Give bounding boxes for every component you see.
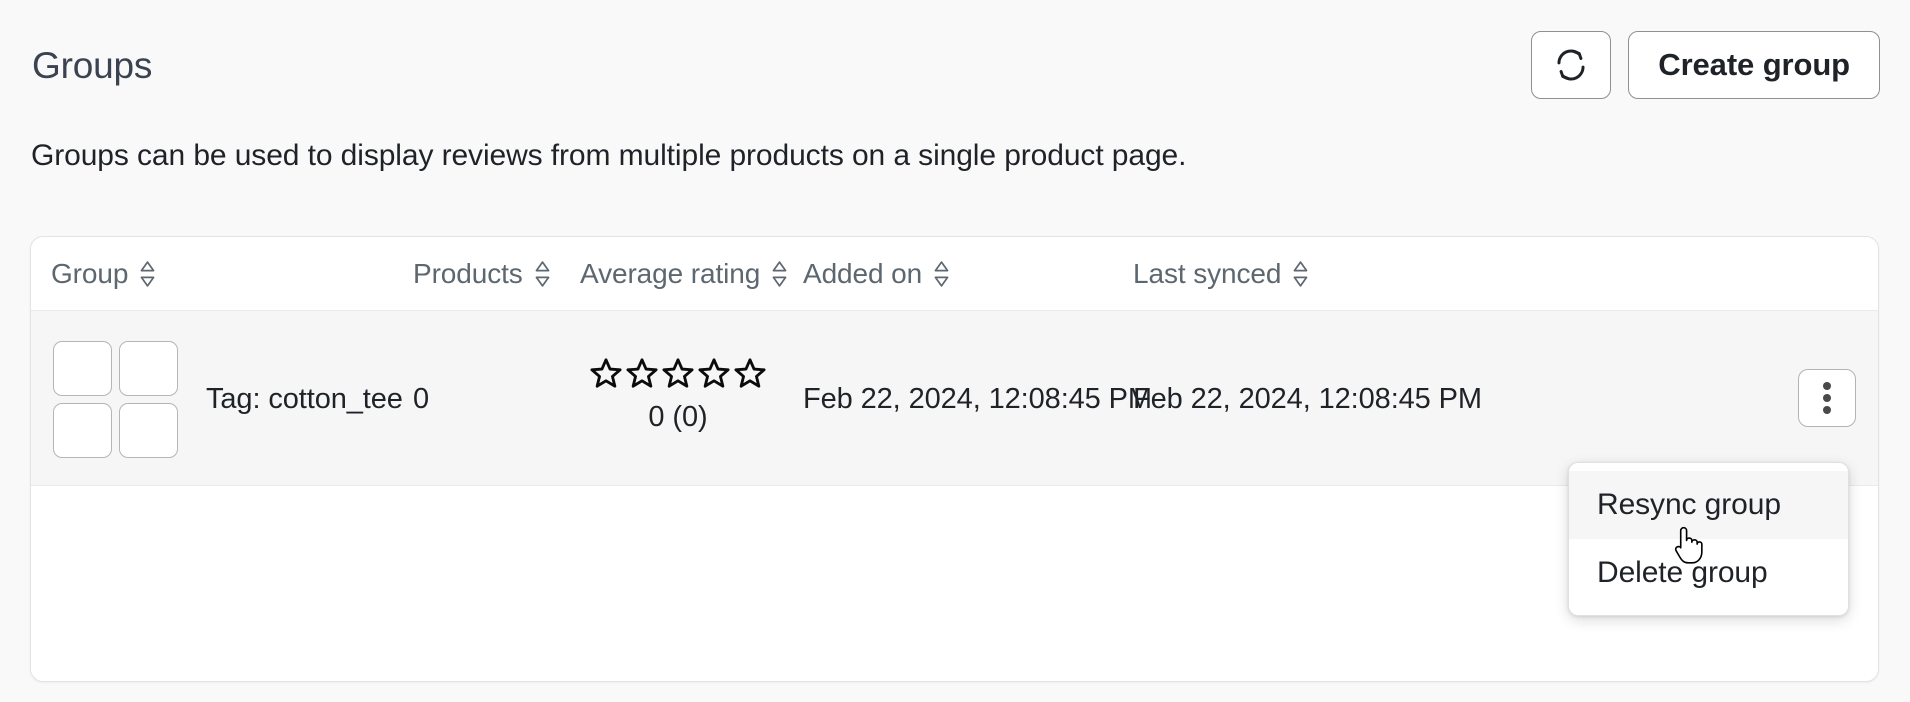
page-description: Groups can be used to display reviews fr… <box>31 136 1186 176</box>
kebab-menu-icon <box>1823 394 1831 402</box>
star-icon <box>696 355 732 399</box>
star-icon <box>624 355 660 399</box>
cell-group-name: Tag: cotton_tee <box>206 383 403 416</box>
product-thumbnail-placeholder <box>119 403 178 458</box>
create-group-button[interactable]: Create group <box>1628 31 1880 99</box>
column-header-average-rating-label: Average rating <box>580 258 760 290</box>
table-header-row: Group Products Average <box>31 237 1878 311</box>
star-icon <box>660 355 696 399</box>
page-header: Groups Create group <box>30 26 1880 102</box>
column-header-last-synced[interactable]: Last synced <box>1133 237 1309 311</box>
refresh-sync-icon <box>1554 48 1588 82</box>
star-icon <box>732 355 768 399</box>
kebab-menu-icon <box>1823 382 1831 390</box>
cell-average-rating: 0 (0) <box>580 359 776 434</box>
table-row[interactable]: Tag: cotton_tee 0 <box>31 311 1878 486</box>
cell-products-count: 0 <box>413 383 429 416</box>
product-thumbnail-placeholder <box>119 341 178 396</box>
kebab-menu-icon <box>1823 406 1831 414</box>
column-header-added-on[interactable]: Added on <box>803 237 950 311</box>
column-header-products[interactable]: Products <box>413 237 551 311</box>
column-header-group-label: Group <box>51 258 128 290</box>
sort-arrows-icon <box>139 259 156 289</box>
cell-added-on: Feb 22, 2024, 12:08:45 PM <box>803 383 1152 416</box>
star-rating <box>580 359 776 395</box>
menu-item-resync-group[interactable]: Resync group <box>1569 471 1848 539</box>
product-thumbnail-placeholder <box>53 341 112 396</box>
menu-item-delete-group-label: Delete group <box>1597 556 1768 590</box>
header-actions: Create group <box>1531 31 1880 99</box>
row-actions-button[interactable] <box>1798 369 1856 427</box>
column-header-added-on-label: Added on <box>803 258 922 290</box>
star-icon <box>588 355 624 399</box>
column-header-group[interactable]: Group <box>51 237 156 311</box>
cell-last-synced: Feb 22, 2024, 12:08:45 PM <box>1133 383 1482 416</box>
resync-all-button[interactable] <box>1531 31 1611 99</box>
page-title: Groups <box>32 44 152 88</box>
groups-page: Groups Create group Groups can be used t… <box>0 0 1910 702</box>
group-thumbnail-grid <box>53 341 180 456</box>
rating-count-label: 0 (0) <box>580 400 776 434</box>
sort-arrows-icon <box>534 259 551 289</box>
row-actions-dropdown: Resync group Delete group <box>1568 462 1849 616</box>
column-header-average-rating[interactable]: Average rating <box>580 237 788 311</box>
column-header-products-label: Products <box>413 258 523 290</box>
sort-arrows-icon <box>1292 259 1309 289</box>
product-thumbnail-placeholder <box>53 403 112 458</box>
sort-arrows-icon <box>933 259 950 289</box>
create-group-label: Create group <box>1658 47 1850 83</box>
menu-item-delete-group[interactable]: Delete group <box>1569 539 1848 607</box>
menu-item-resync-group-label: Resync group <box>1597 488 1781 522</box>
sort-arrows-icon <box>771 259 788 289</box>
column-header-last-synced-label: Last synced <box>1133 258 1281 290</box>
